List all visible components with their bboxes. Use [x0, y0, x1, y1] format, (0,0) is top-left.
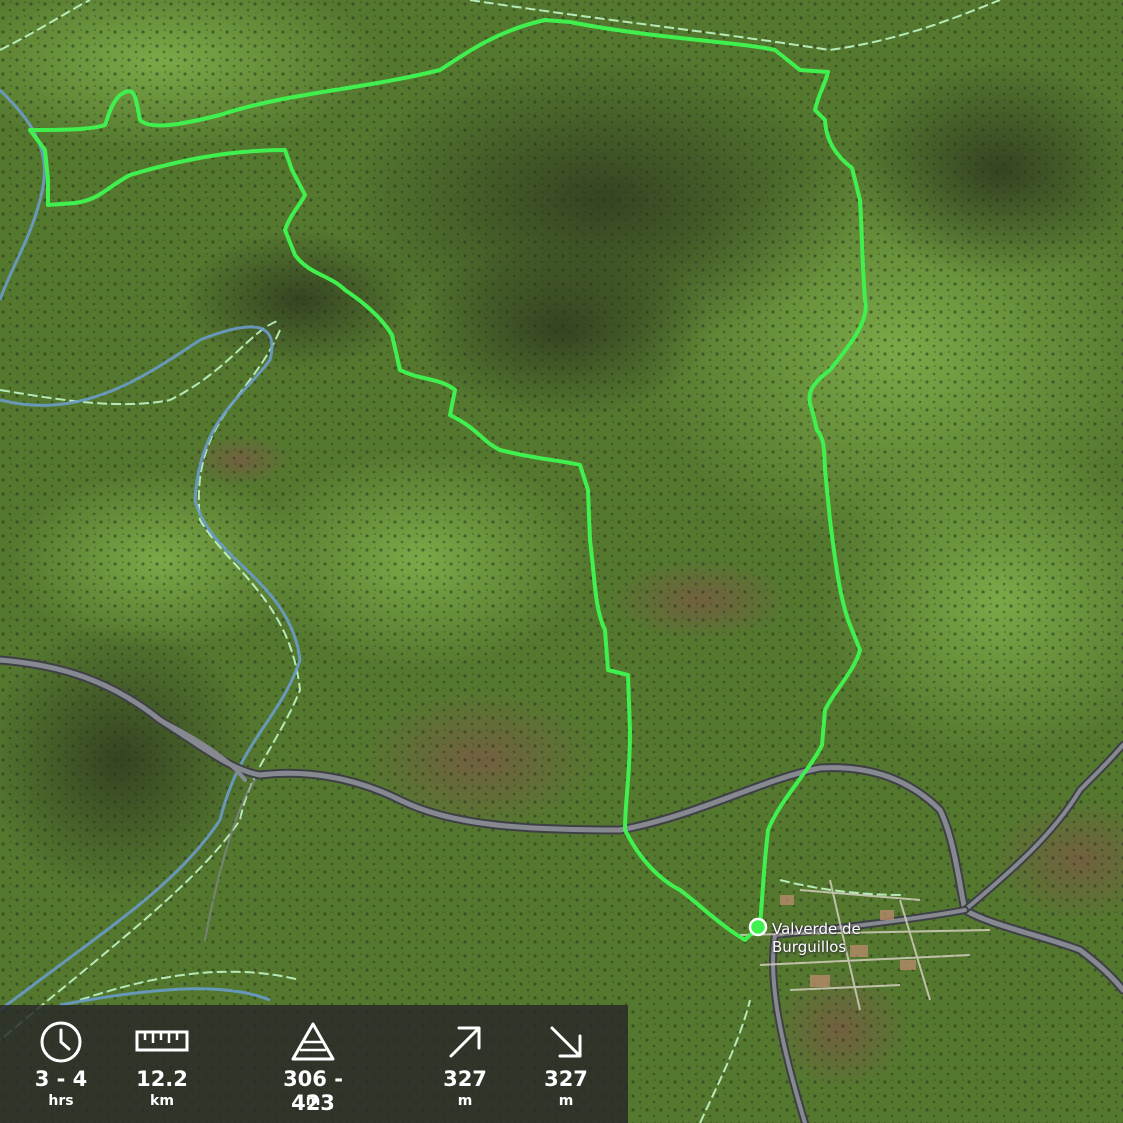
arrow-up-right-icon	[449, 1026, 481, 1058]
stat-distance: 12.2 km	[107, 1005, 217, 1123]
route-stats-panel: 3 - 4 hrs 12.2 km 306 - 423 m 327 m 327 …	[0, 1005, 628, 1123]
terrain-texture	[0, 0, 1123, 1123]
mountain-icon	[291, 1022, 335, 1061]
clock-icon	[40, 1021, 82, 1063]
duration-unit: hrs	[48, 1093, 74, 1109]
descent-value: 327	[544, 1067, 588, 1091]
descent-unit: m	[558, 1093, 574, 1109]
town-label-line2: Burguillos	[772, 938, 847, 956]
start-marker[interactable]	[748, 917, 768, 937]
ascent-unit: m	[457, 1093, 473, 1109]
stat-descent: 327 m	[511, 1005, 621, 1123]
stat-elevation: 306 - 423 m	[258, 1005, 368, 1123]
arrow-down-right-icon	[550, 1026, 582, 1058]
town-label-line1: Valverde de	[772, 920, 861, 938]
distance-unit: km	[150, 1093, 174, 1109]
stat-ascent: 327 m	[410, 1005, 520, 1123]
duration-value: 3 - 4	[34, 1067, 88, 1091]
stat-duration: 3 - 4 hrs	[6, 1005, 116, 1123]
town-label: Valverde de Burguillos	[772, 920, 861, 956]
ruler-icon	[135, 1030, 189, 1052]
elevation-unit: m	[305, 1093, 321, 1109]
ascent-value: 327	[443, 1067, 487, 1091]
distance-value: 12.2	[136, 1067, 188, 1091]
satellite-map[interactable]	[0, 0, 1123, 1123]
